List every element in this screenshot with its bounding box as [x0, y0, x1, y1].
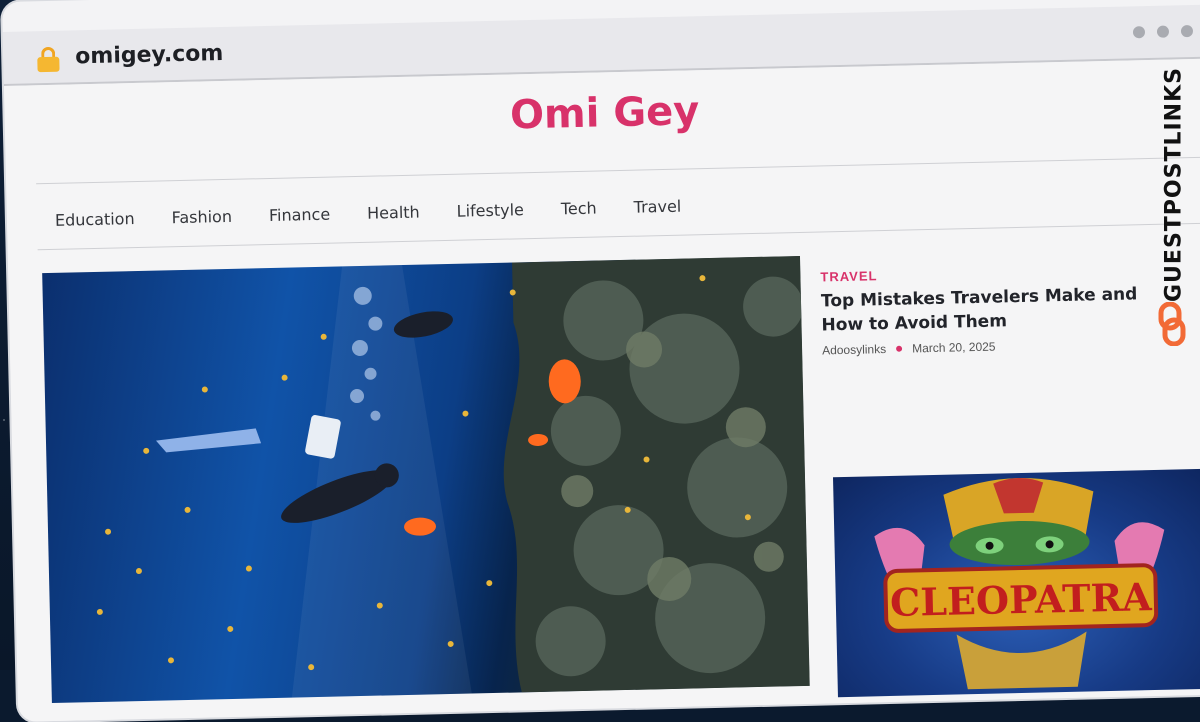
cleopatra-logo-image: CLEOPATRA	[874, 478, 1165, 690]
nav-item-tech[interactable]: Tech	[561, 199, 597, 219]
nav-item-fashion[interactable]: Fashion	[171, 207, 232, 227]
main-nav: Education Fashion Finance Health Lifesty…	[55, 196, 719, 230]
browser-window: omigey.com Omi Gey Education Fashion Fin…	[2, 0, 1200, 722]
article-author[interactable]: Adoosylinks	[822, 342, 886, 357]
cleopatra-logo-text: CLEOPATRA	[890, 574, 1153, 625]
article-category[interactable]: TRAVEL	[820, 268, 877, 284]
site-title[interactable]: Omi Gey	[4, 77, 1200, 150]
watermark-badge: GUESTPOSTLINKS	[1152, 56, 1192, 356]
watermark-text: GUESTPOSTLINKS	[1161, 67, 1187, 302]
nav-item-health[interactable]: Health	[367, 203, 420, 223]
divider	[36, 156, 1200, 185]
article-headline[interactable]: Top Mistakes Travelers Make and How to A…	[821, 282, 1162, 338]
divider	[37, 222, 1200, 251]
nav-item-travel[interactable]: Travel	[633, 197, 681, 217]
nav-item-lifestyle[interactable]: Lifestyle	[456, 200, 524, 221]
article-thumbnail[interactable]: CLEOPATRA	[832, 468, 1200, 698]
window-controls-icon[interactable]	[1132, 24, 1194, 39]
window-dot[interactable]	[1156, 25, 1170, 38]
underwater-diver-illustration	[96, 255, 810, 698]
window-dot[interactable]	[1180, 24, 1194, 38]
hero-image[interactable]	[42, 255, 810, 704]
nav-item-finance[interactable]: Finance	[269, 205, 331, 225]
nav-item-education[interactable]: Education	[55, 209, 135, 230]
web-page: Omi Gey Education Fashion Finance Health…	[3, 57, 1200, 722]
lock-icon	[37, 46, 60, 73]
url-text[interactable]: omigey.com	[75, 41, 224, 69]
link-icon	[1158, 302, 1186, 346]
article-date: March 20, 2025	[911, 339, 996, 356]
window-dot[interactable]	[1132, 26, 1146, 39]
article-meta: Adoosylinks March 20, 2025	[822, 340, 996, 358]
meta-separator	[896, 345, 903, 352]
